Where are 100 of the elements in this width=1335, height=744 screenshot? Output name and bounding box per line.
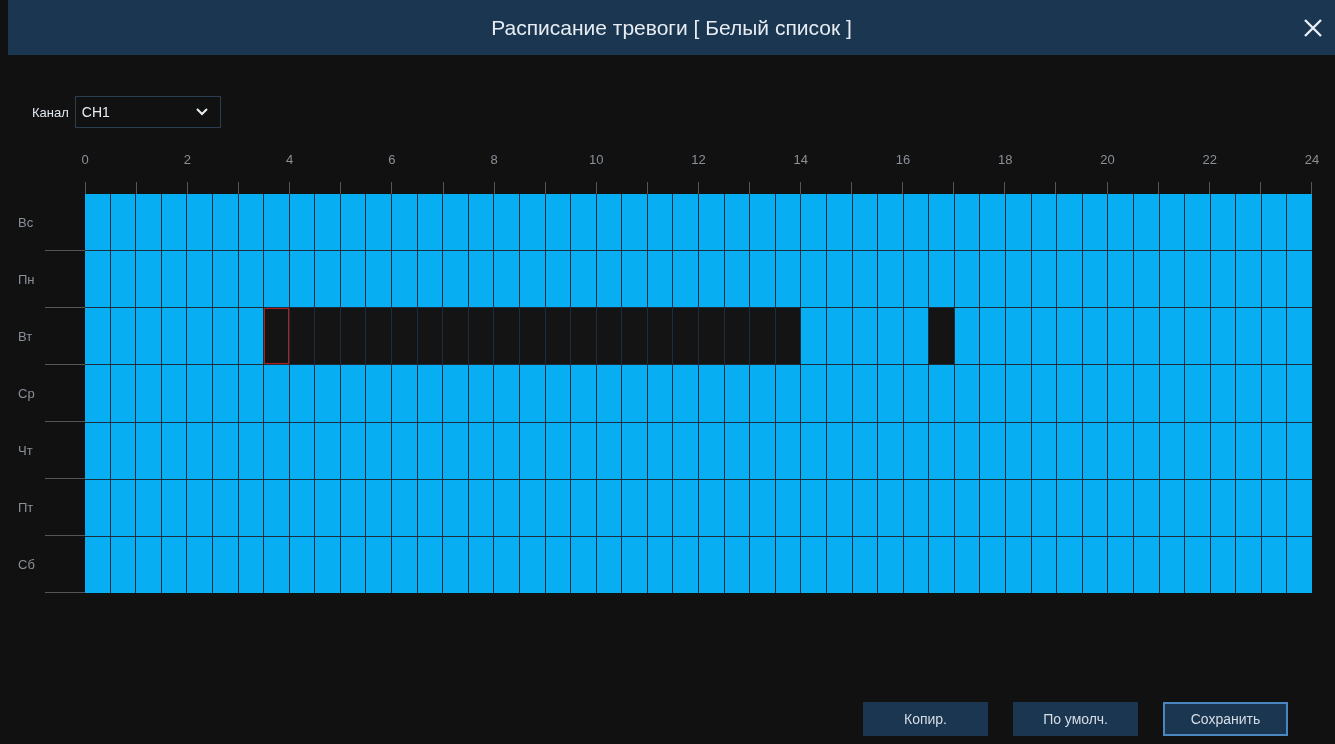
- time-slot[interactable]: [647, 251, 673, 308]
- time-slot[interactable]: [212, 308, 238, 365]
- time-slot[interactable]: [1210, 422, 1236, 479]
- time-slot[interactable]: [1261, 365, 1287, 422]
- time-slot[interactable]: [1159, 422, 1185, 479]
- time-slot[interactable]: [954, 479, 980, 536]
- action-button[interactable]: По умолч.: [1013, 702, 1138, 736]
- time-slot[interactable]: [775, 422, 801, 479]
- time-slot[interactable]: [212, 422, 238, 479]
- time-slot[interactable]: [1261, 422, 1287, 479]
- time-slot[interactable]: [1261, 536, 1287, 593]
- time-slot[interactable]: [1133, 251, 1159, 308]
- channel-dropdown[interactable]: CH1: [74, 96, 221, 128]
- time-slot[interactable]: [545, 422, 571, 479]
- time-slot[interactable]: [110, 251, 136, 308]
- time-slot[interactable]: [1082, 536, 1108, 593]
- time-slot[interactable]: [289, 194, 315, 251]
- time-slot[interactable]: [826, 479, 852, 536]
- time-slot[interactable]: [238, 308, 264, 365]
- time-slot[interactable]: [545, 365, 571, 422]
- time-slot[interactable]: [468, 536, 494, 593]
- time-slot[interactable]: [1261, 251, 1287, 308]
- time-slot[interactable]: [1261, 479, 1287, 536]
- action-button[interactable]: Копир.: [863, 702, 988, 736]
- time-slot[interactable]: [1031, 251, 1057, 308]
- time-slot[interactable]: [852, 194, 878, 251]
- time-slot[interactable]: [1210, 536, 1236, 593]
- time-slot[interactable]: [340, 194, 366, 251]
- time-slot[interactable]: [826, 308, 852, 365]
- time-slot[interactable]: [519, 422, 545, 479]
- time-slot[interactable]: [1082, 479, 1108, 536]
- time-slot[interactable]: [1159, 251, 1185, 308]
- time-slot[interactable]: [826, 422, 852, 479]
- time-slot[interactable]: [954, 194, 980, 251]
- time-slot[interactable]: [468, 251, 494, 308]
- time-slot[interactable]: [417, 194, 443, 251]
- time-slot[interactable]: [1082, 365, 1108, 422]
- time-slot[interactable]: [238, 365, 264, 422]
- time-slot[interactable]: [954, 422, 980, 479]
- time-slot[interactable]: [775, 365, 801, 422]
- time-slot[interactable]: [110, 479, 136, 536]
- time-slot[interactable]: [545, 479, 571, 536]
- time-slot[interactable]: [1031, 536, 1057, 593]
- time-slot[interactable]: [417, 536, 443, 593]
- time-slot[interactable]: [826, 365, 852, 422]
- time-slot[interactable]: [775, 251, 801, 308]
- time-slot[interactable]: [647, 479, 673, 536]
- time-slot[interactable]: [647, 365, 673, 422]
- time-slot[interactable]: [212, 365, 238, 422]
- time-slot[interactable]: [1031, 479, 1057, 536]
- action-button[interactable]: Сохранить: [1163, 702, 1288, 736]
- time-slot[interactable]: [161, 251, 187, 308]
- time-slot[interactable]: [647, 194, 673, 251]
- time-slot[interactable]: [545, 536, 571, 593]
- time-slot[interactable]: [264, 308, 289, 365]
- time-slot[interactable]: [596, 536, 622, 593]
- time-slot[interactable]: [110, 365, 136, 422]
- time-slot[interactable]: [161, 536, 187, 593]
- time-slot[interactable]: [724, 194, 750, 251]
- time-slot[interactable]: [954, 308, 980, 365]
- time-slot[interactable]: [903, 251, 929, 308]
- time-slot[interactable]: [468, 422, 494, 479]
- time-slot[interactable]: [852, 251, 878, 308]
- time-slot[interactable]: [852, 536, 878, 593]
- time-slot[interactable]: [903, 308, 929, 365]
- time-slot[interactable]: [852, 479, 878, 536]
- time-slot[interactable]: [289, 251, 315, 308]
- time-slot[interactable]: [903, 479, 929, 536]
- time-slot[interactable]: [1261, 308, 1287, 365]
- time-slot[interactable]: [903, 365, 929, 422]
- time-slot[interactable]: [417, 365, 443, 422]
- time-slot[interactable]: [519, 365, 545, 422]
- time-slot[interactable]: [1133, 308, 1159, 365]
- time-slot[interactable]: [1210, 479, 1236, 536]
- time-slot[interactable]: [340, 536, 366, 593]
- time-slot[interactable]: [596, 194, 622, 251]
- time-slot[interactable]: [519, 479, 545, 536]
- time-slot[interactable]: [212, 194, 238, 251]
- time-slot[interactable]: [545, 251, 571, 308]
- time-slot[interactable]: [1082, 251, 1108, 308]
- time-slot[interactable]: [1133, 365, 1159, 422]
- time-slot[interactable]: [1159, 365, 1185, 422]
- time-slot[interactable]: [1210, 308, 1236, 365]
- time-slot[interactable]: [1082, 422, 1108, 479]
- time-slot[interactable]: [110, 422, 136, 479]
- time-slot[interactable]: [340, 479, 366, 536]
- time-slot[interactable]: [519, 251, 545, 308]
- time-slot[interactable]: [289, 536, 315, 593]
- time-slot[interactable]: [596, 479, 622, 536]
- time-slot[interactable]: [852, 365, 878, 422]
- time-slot[interactable]: [1133, 422, 1159, 479]
- time-slot[interactable]: [212, 479, 238, 536]
- time-slot[interactable]: [110, 308, 136, 365]
- time-slot[interactable]: [903, 422, 929, 479]
- time-slot[interactable]: [1031, 422, 1057, 479]
- time-slot[interactable]: [596, 365, 622, 422]
- time-slot[interactable]: [1031, 194, 1057, 251]
- time-slot[interactable]: [238, 479, 264, 536]
- time-slot[interactable]: [647, 422, 673, 479]
- time-slot[interactable]: [954, 251, 980, 308]
